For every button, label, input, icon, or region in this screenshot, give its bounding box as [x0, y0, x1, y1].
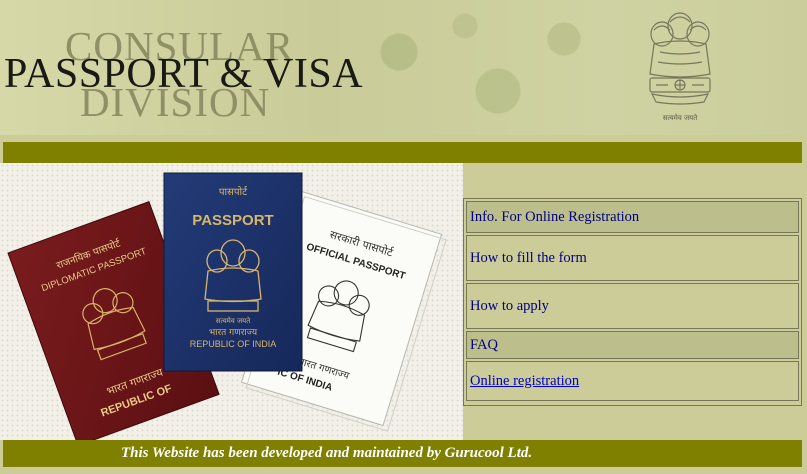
- regular-title: PASSPORT: [192, 212, 273, 229]
- footer-credit-text: This Website has been developed and main…: [121, 445, 533, 461]
- regular-motto: सत्यमेव जयते: [216, 316, 251, 325]
- menu-item-how-to-apply[interactable]: How to apply: [466, 283, 799, 329]
- footer-bar: This Website has been developed and main…: [3, 440, 802, 467]
- emblem-caption: सत्यमेव जयते: [663, 113, 698, 122]
- national-emblem-icon: सत्यमेव जयते: [649, 12, 711, 122]
- regular-passport: पासपोर्ट PASSPORT सत्यमेव जयते भारत गणरा…: [163, 172, 303, 372]
- top-divider-bar: [3, 142, 802, 163]
- regular-hindi-title: पासपोर्ट: [219, 186, 248, 198]
- passports-image: सरकारी पासपोर्ट OFFICIAL PASSPORT भारत ग…: [0, 163, 463, 440]
- header-banner: CONSULAR DIVISION PASSPORT & VISA सत्यमे…: [0, 0, 807, 135]
- regular-country: REPUBLIC OF INDIA: [190, 339, 277, 349]
- menu-item-online-registration-info[interactable]: Info. For Online Registration: [466, 201, 799, 233]
- banner-title-passport-visa: PASSPORT & VISA: [4, 51, 364, 97]
- menu-item-label[interactable]: How to apply: [470, 298, 549, 315]
- menu-item-label[interactable]: How to fill the form: [470, 250, 587, 267]
- menu-item-label[interactable]: FAQ: [470, 337, 498, 354]
- online-registration-link[interactable]: Online registration: [470, 373, 579, 390]
- side-menu: Info. For Online Registration How to fil…: [463, 198, 802, 406]
- menu-item-label[interactable]: Info. For Online Registration: [470, 209, 639, 226]
- menu-item-how-to-fill[interactable]: How to fill the form: [466, 235, 799, 281]
- menu-item-faq[interactable]: FAQ: [466, 331, 799, 359]
- menu-item-online-registration[interactable]: Online registration: [466, 361, 799, 401]
- regular-hindi-country: भारत गणराज्य: [209, 328, 258, 338]
- passports-illustration: सरकारी पासपोर्ट OFFICIAL PASSPORT भारत ग…: [7, 172, 447, 440]
